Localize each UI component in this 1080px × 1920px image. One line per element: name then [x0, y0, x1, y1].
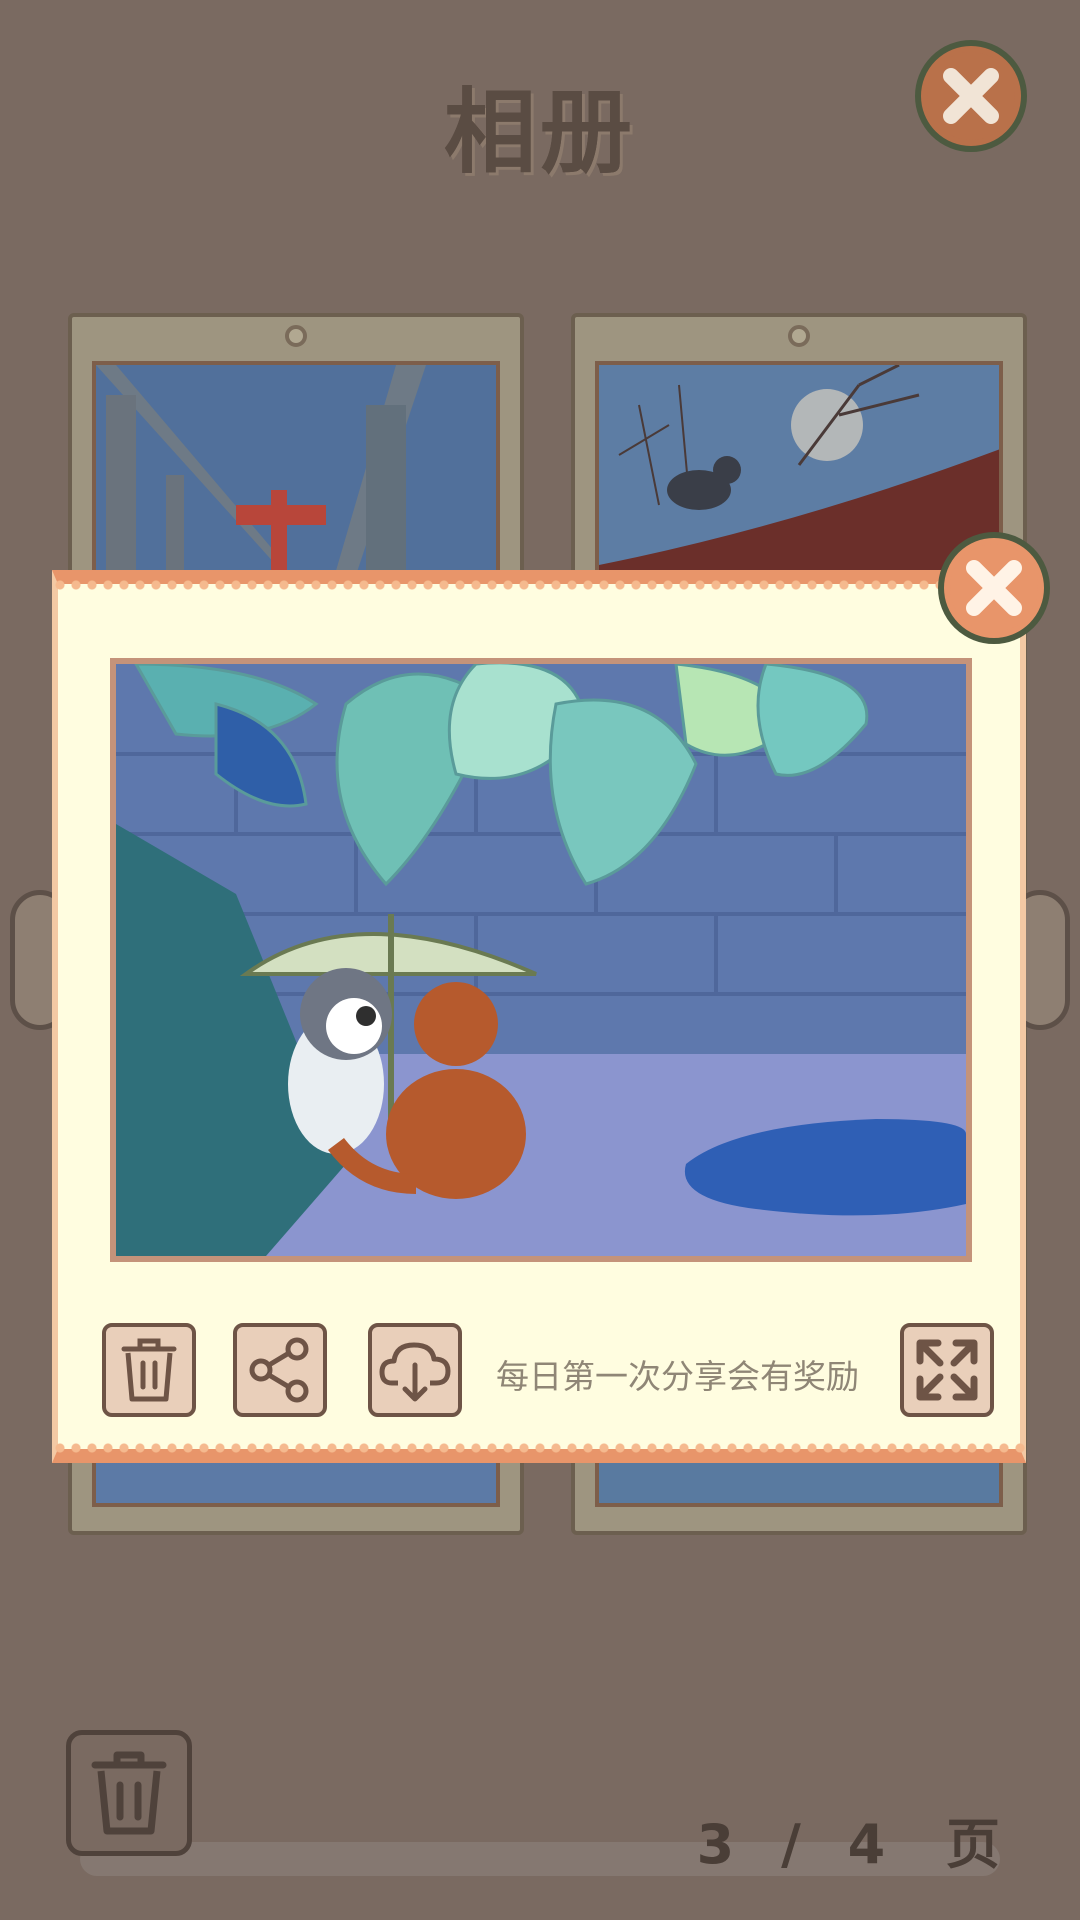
trash-icon [121, 1338, 177, 1402]
expand-icon [916, 1339, 978, 1401]
decor-border [52, 580, 1026, 590]
current-page: 3 [696, 1813, 741, 1876]
trash-icon [91, 1751, 167, 1835]
frame-hole [788, 325, 810, 347]
share-photo-button[interactable] [233, 1323, 327, 1417]
album-close-button[interactable] [915, 40, 1027, 152]
share-icon [249, 1337, 309, 1403]
total-pages: 4 [847, 1813, 892, 1876]
save-photo-button[interactable] [368, 1323, 462, 1417]
page-indicator: 3 / 4 页 [697, 1800, 1006, 1879]
delete-photo-button[interactable] [102, 1323, 196, 1417]
frame-hole [285, 325, 307, 347]
dialog-close-button[interactable] [938, 532, 1050, 644]
close-icon [950, 544, 1038, 632]
page-separator: / [781, 1813, 807, 1876]
photo-preview [110, 658, 972, 1262]
close-icon [927, 52, 1015, 140]
share-reward-hint: 每日第一次分享会有奖励 [496, 1357, 859, 1396]
decor-border [52, 1443, 1026, 1453]
cloud-download-icon [379, 1342, 451, 1402]
page-unit: 页 [946, 1813, 1006, 1876]
delete-mode-button[interactable] [66, 1730, 192, 1856]
fullscreen-button[interactable] [900, 1323, 994, 1417]
